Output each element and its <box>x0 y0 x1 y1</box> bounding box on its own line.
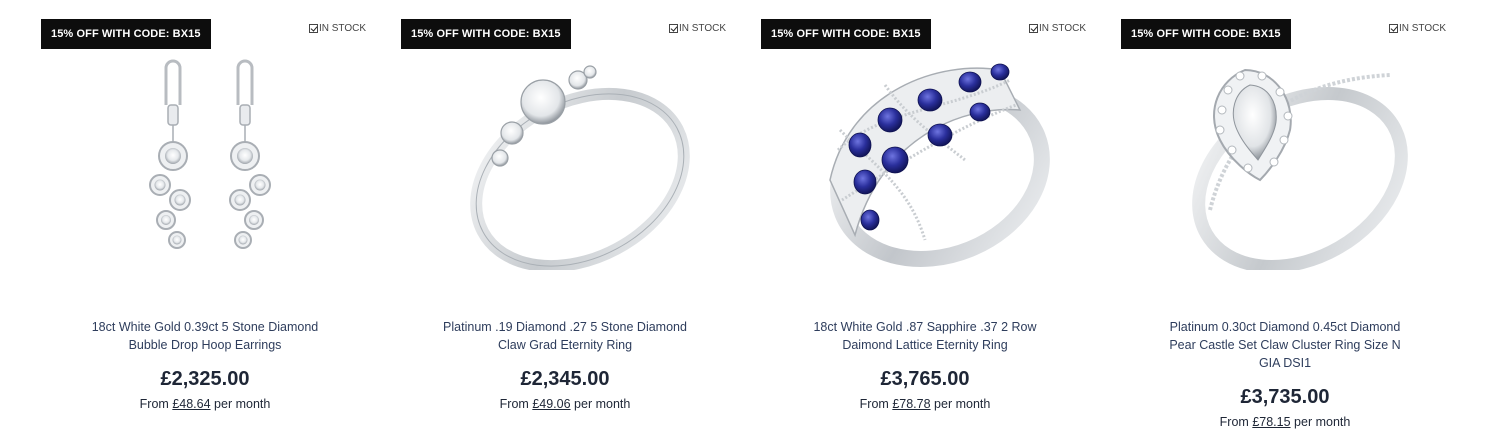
product-card[interactable]: 15% OFF WITH CODE: BX15 IN STOCK <box>390 0 740 446</box>
product-image[interactable] <box>1150 50 1420 270</box>
finance-amount-link[interactable]: £48.64 <box>172 397 210 411</box>
finance-info: From £49.06 per month <box>390 397 740 411</box>
product-image[interactable] <box>790 50 1060 270</box>
finance-prefix: From <box>139 397 169 411</box>
finance-suffix: per month <box>574 397 631 411</box>
checkbox-check-icon <box>1028 24 1038 33</box>
product-grid: 15% OFF WITH CODE: BX15 IN STOCK 18ct Wh… <box>0 0 1485 446</box>
promo-badge: 15% OFF WITH CODE: BX15 <box>401 19 571 49</box>
product-price: £2,325.00 <box>160 368 250 390</box>
finance-info: From £78.78 per month <box>750 397 1100 411</box>
product-name-link[interactable]: 18ct White Gold .87 Sapphire .37 2 Row D… <box>750 318 1100 354</box>
product-name: Platinum .19 Diamond .27 5 Stone Diamond… <box>443 320 687 352</box>
promo-badge: 15% OFF WITH CODE: BX15 <box>761 19 931 49</box>
product-name-link[interactable]: Platinum .19 Diamond .27 5 Stone Diamond… <box>390 318 740 354</box>
product-name: Platinum 0.30ct Diamond 0.45ct Diamond P… <box>1169 320 1401 370</box>
stock-label: IN STOCK <box>1038 23 1086 34</box>
product-price: £3,765.00 <box>880 368 970 390</box>
product-name-link[interactable]: 18ct White Gold 0.39ct 5 Stone Diamond B… <box>30 318 380 354</box>
checkbox-check-icon <box>308 24 318 33</box>
product-image[interactable] <box>430 50 700 270</box>
finance-prefix: From <box>499 397 529 411</box>
product-price: £2,345.00 <box>520 368 610 390</box>
finance-info: From £48.64 per month <box>30 397 380 411</box>
finance-suffix: per month <box>1294 415 1351 429</box>
finance-amount-link[interactable]: £78.78 <box>892 397 930 411</box>
product-card[interactable]: 15% OFF WITH CODE: BX15 IN STOCK <box>1110 0 1460 446</box>
finance-info: From £78.15 per month <box>1110 415 1460 429</box>
finance-prefix: From <box>859 397 889 411</box>
finance-prefix: From <box>1219 415 1249 429</box>
product-name: 18ct White Gold .87 Sapphire .37 2 Row D… <box>813 320 1037 352</box>
diamond-trilogy-ring-icon <box>470 65 690 270</box>
stock-status: IN STOCK <box>308 23 366 34</box>
promo-badge: 15% OFF WITH CODE: BX15 <box>1121 19 1291 49</box>
product-card[interactable]: 15% OFF WITH CODE: BX15 IN STOCK <box>750 0 1100 446</box>
finance-amount-link[interactable]: £49.06 <box>532 397 570 411</box>
promo-badge: 15% OFF WITH CODE: BX15 <box>41 19 211 49</box>
stock-label: IN STOCK <box>1398 23 1446 34</box>
stock-status: IN STOCK <box>1028 23 1086 34</box>
stock-label: IN STOCK <box>318 23 366 34</box>
diamond-drop-earrings-icon <box>149 59 271 249</box>
product-card[interactable]: 15% OFF WITH CODE: BX15 IN STOCK <box>30 0 380 446</box>
stock-status: IN STOCK <box>1388 23 1446 34</box>
checkbox-check-icon <box>1388 24 1398 33</box>
sapphire-lattice-ring-icon <box>829 63 1050 267</box>
finance-amount-link[interactable]: £78.15 <box>1252 415 1290 429</box>
product-image[interactable] <box>70 50 340 270</box>
stock-status: IN STOCK <box>668 23 726 34</box>
product-name-link[interactable]: Platinum 0.30ct Diamond 0.45ct Diamond P… <box>1110 318 1460 372</box>
finance-suffix: per month <box>214 397 271 411</box>
product-price: £3,735.00 <box>1240 386 1330 408</box>
product-name: 18ct White Gold 0.39ct 5 Stone Diamond B… <box>91 320 319 352</box>
checkbox-check-icon <box>668 24 678 33</box>
finance-suffix: per month <box>934 397 991 411</box>
pear-halo-diamond-ring-icon <box>1192 68 1408 270</box>
stock-label: IN STOCK <box>678 23 726 34</box>
